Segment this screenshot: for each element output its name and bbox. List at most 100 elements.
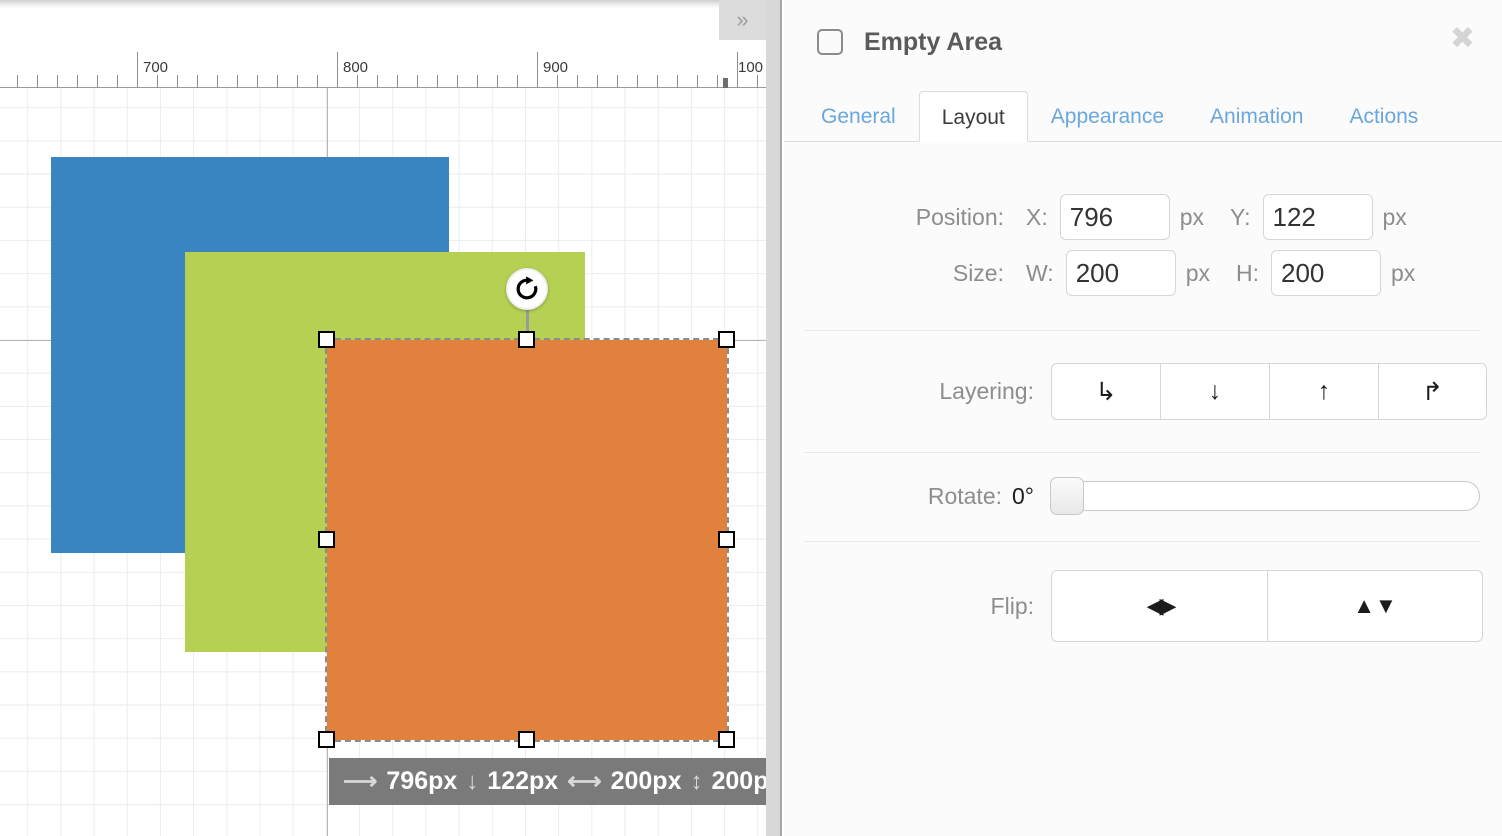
w-unit-label: px [1185, 259, 1210, 286]
send-to-back-button[interactable]: ↳ [1051, 363, 1160, 420]
position-row: Position: X: px Y: px [784, 194, 1502, 240]
rotate-label-wrap: Rotate: 0° [784, 483, 1034, 510]
rotate-handle-stem [526, 310, 529, 332]
tab-appearance[interactable]: Appearance [1028, 90, 1187, 141]
ruler-tick-minor [597, 75, 598, 88]
bring-to-front-button[interactable]: ↱ [1378, 363, 1487, 420]
ruler-tick-minor [57, 75, 58, 88]
ruler-tick-minor [297, 75, 298, 88]
size-position-tooltip: ⟶ 796px ↓ 122px ⟷ 200px ↕ 200p [329, 758, 766, 805]
page-title: Empty Area [864, 27, 1003, 56]
ruler-tick-minor [257, 75, 258, 88]
ruler-tick-minor [117, 75, 118, 88]
ruler-tick-minor [457, 75, 458, 88]
tooltip-height-value: 200p [711, 767, 766, 795]
send-backward-button[interactable]: ↓ [1160, 363, 1269, 420]
x-position-input[interactable] [1059, 194, 1170, 240]
layering-label: Layering: [939, 378, 1034, 404]
empty-area-checkbox[interactable] [817, 29, 843, 55]
tooltip-y-value: 122px [487, 767, 559, 795]
ruler-cursor-marker [723, 78, 728, 88]
arrow-down-icon: ↓ [466, 768, 479, 795]
ruler-tick-minor [17, 75, 18, 88]
flip-row: Flip: ◀▶ ▲▼ [784, 570, 1502, 642]
ruler-tick-minor [177, 75, 178, 88]
tab-actions[interactable]: Actions [1326, 90, 1441, 141]
ruler-tick-minor [237, 75, 238, 88]
chevrons-right-icon[interactable]: » [719, 0, 766, 40]
resize-handle-nw[interactable] [318, 331, 335, 348]
ruler-tick-minor [717, 75, 718, 88]
app-root: 700 800 900 100 ⟶ 796px ↓ 122px ⟷ 200px … [0, 0, 1502, 836]
x-unit-label: px [1179, 203, 1205, 230]
resize-handle-n[interactable] [518, 331, 535, 348]
tab-layout[interactable]: Layout [918, 91, 1028, 142]
y-unit-label: px [1382, 203, 1407, 230]
ruler-tick-minor [397, 75, 398, 88]
flip-button-group: ◀▶ ▲▼ [1051, 570, 1483, 642]
size-label: Size: [952, 259, 1004, 286]
properties-panel: Empty Area ✖ General Layout Appearance A… [784, 0, 1502, 836]
ruler-tick-minor [697, 75, 698, 88]
rotate-value: 0° [1012, 482, 1034, 509]
resize-handle-e[interactable] [718, 531, 735, 548]
ruler-tick-minor [637, 75, 638, 88]
panel-tabs: General Layout Appearance Animation Acti… [784, 84, 1502, 142]
ruler-label: 100 [738, 59, 764, 76]
resize-handle-se[interactable] [718, 731, 735, 748]
rotate-slider-thumb[interactable] [1050, 477, 1084, 515]
ruler-tick-minor [77, 75, 78, 88]
tooltip-width-value: 200px [610, 767, 682, 795]
panel-header: Empty Area ✖ [784, 0, 1502, 84]
close-icon[interactable]: ✖ [1450, 24, 1475, 54]
ruler-tick-minor [517, 75, 518, 88]
rotate-label: Rotate: [927, 482, 1002, 509]
rotate-clockwise-icon[interactable] [506, 268, 548, 310]
ruler-tick-minor [377, 75, 378, 88]
design-canvas[interactable]: 700 800 900 100 ⟶ 796px ↓ 122px ⟷ 200px … [0, 0, 766, 836]
panel-scrollbar-gutter[interactable] [766, 0, 782, 836]
layering-row: Layering: ↳ ↓ ↑ ↱ [784, 363, 1502, 420]
flip-vertical-button[interactable]: ▲▼ [1267, 570, 1483, 642]
ruler-tick-minor [657, 75, 658, 88]
ruler-tick-minor [477, 75, 478, 88]
ruler-tick-minor [277, 75, 278, 88]
ruler-tick-minor [157, 75, 158, 88]
ruler-tick-major [337, 52, 338, 88]
arrow-right-icon: ⟶ [343, 768, 378, 795]
ruler-tick-major [537, 52, 538, 88]
x-label: X: [1026, 203, 1048, 230]
ruler-tick-minor [37, 75, 38, 88]
resize-handle-sw[interactable] [318, 731, 335, 748]
ruler-label: 900 [543, 59, 569, 76]
ruler-tick-minor [757, 75, 758, 88]
resize-handle-w[interactable] [318, 531, 335, 548]
w-label: W: [1026, 259, 1054, 286]
position-label: Position: [915, 203, 1004, 230]
rotate-slider[interactable] [1050, 477, 1480, 515]
resize-handle-s[interactable] [518, 731, 535, 748]
layering-button-group: ↳ ↓ ↑ ↱ [1051, 363, 1487, 420]
tab-animation[interactable]: Animation [1187, 90, 1326, 141]
ruler-tick-minor [557, 75, 558, 88]
height-input[interactable] [1270, 250, 1381, 296]
ruler-tick-minor [497, 75, 498, 88]
size-row: Size: W: px H: px [784, 250, 1502, 296]
horizontal-ruler[interactable]: 700 800 900 100 [0, 8, 766, 88]
ruler-tick-minor [317, 75, 318, 88]
width-input[interactable] [1065, 250, 1176, 296]
h-label: H: [1235, 259, 1259, 286]
flip-horizontal-button[interactable]: ◀▶ [1051, 570, 1267, 642]
arrows-vertical-icon: ↕ [690, 768, 703, 795]
tab-general[interactable]: General [798, 90, 919, 141]
ruler-tick-minor [677, 75, 678, 88]
bring-forward-button[interactable]: ↑ [1269, 363, 1378, 420]
ruler-tick-minor [417, 75, 418, 88]
ruler-label: 800 [343, 59, 369, 76]
selection-box[interactable] [325, 338, 729, 742]
resize-handle-ne[interactable] [718, 331, 735, 348]
flip-label: Flip: [990, 592, 1034, 619]
ruler-label: 700 [143, 59, 169, 76]
rotate-row: Rotate: 0° [784, 477, 1502, 515]
y-position-input[interactable] [1262, 194, 1373, 240]
